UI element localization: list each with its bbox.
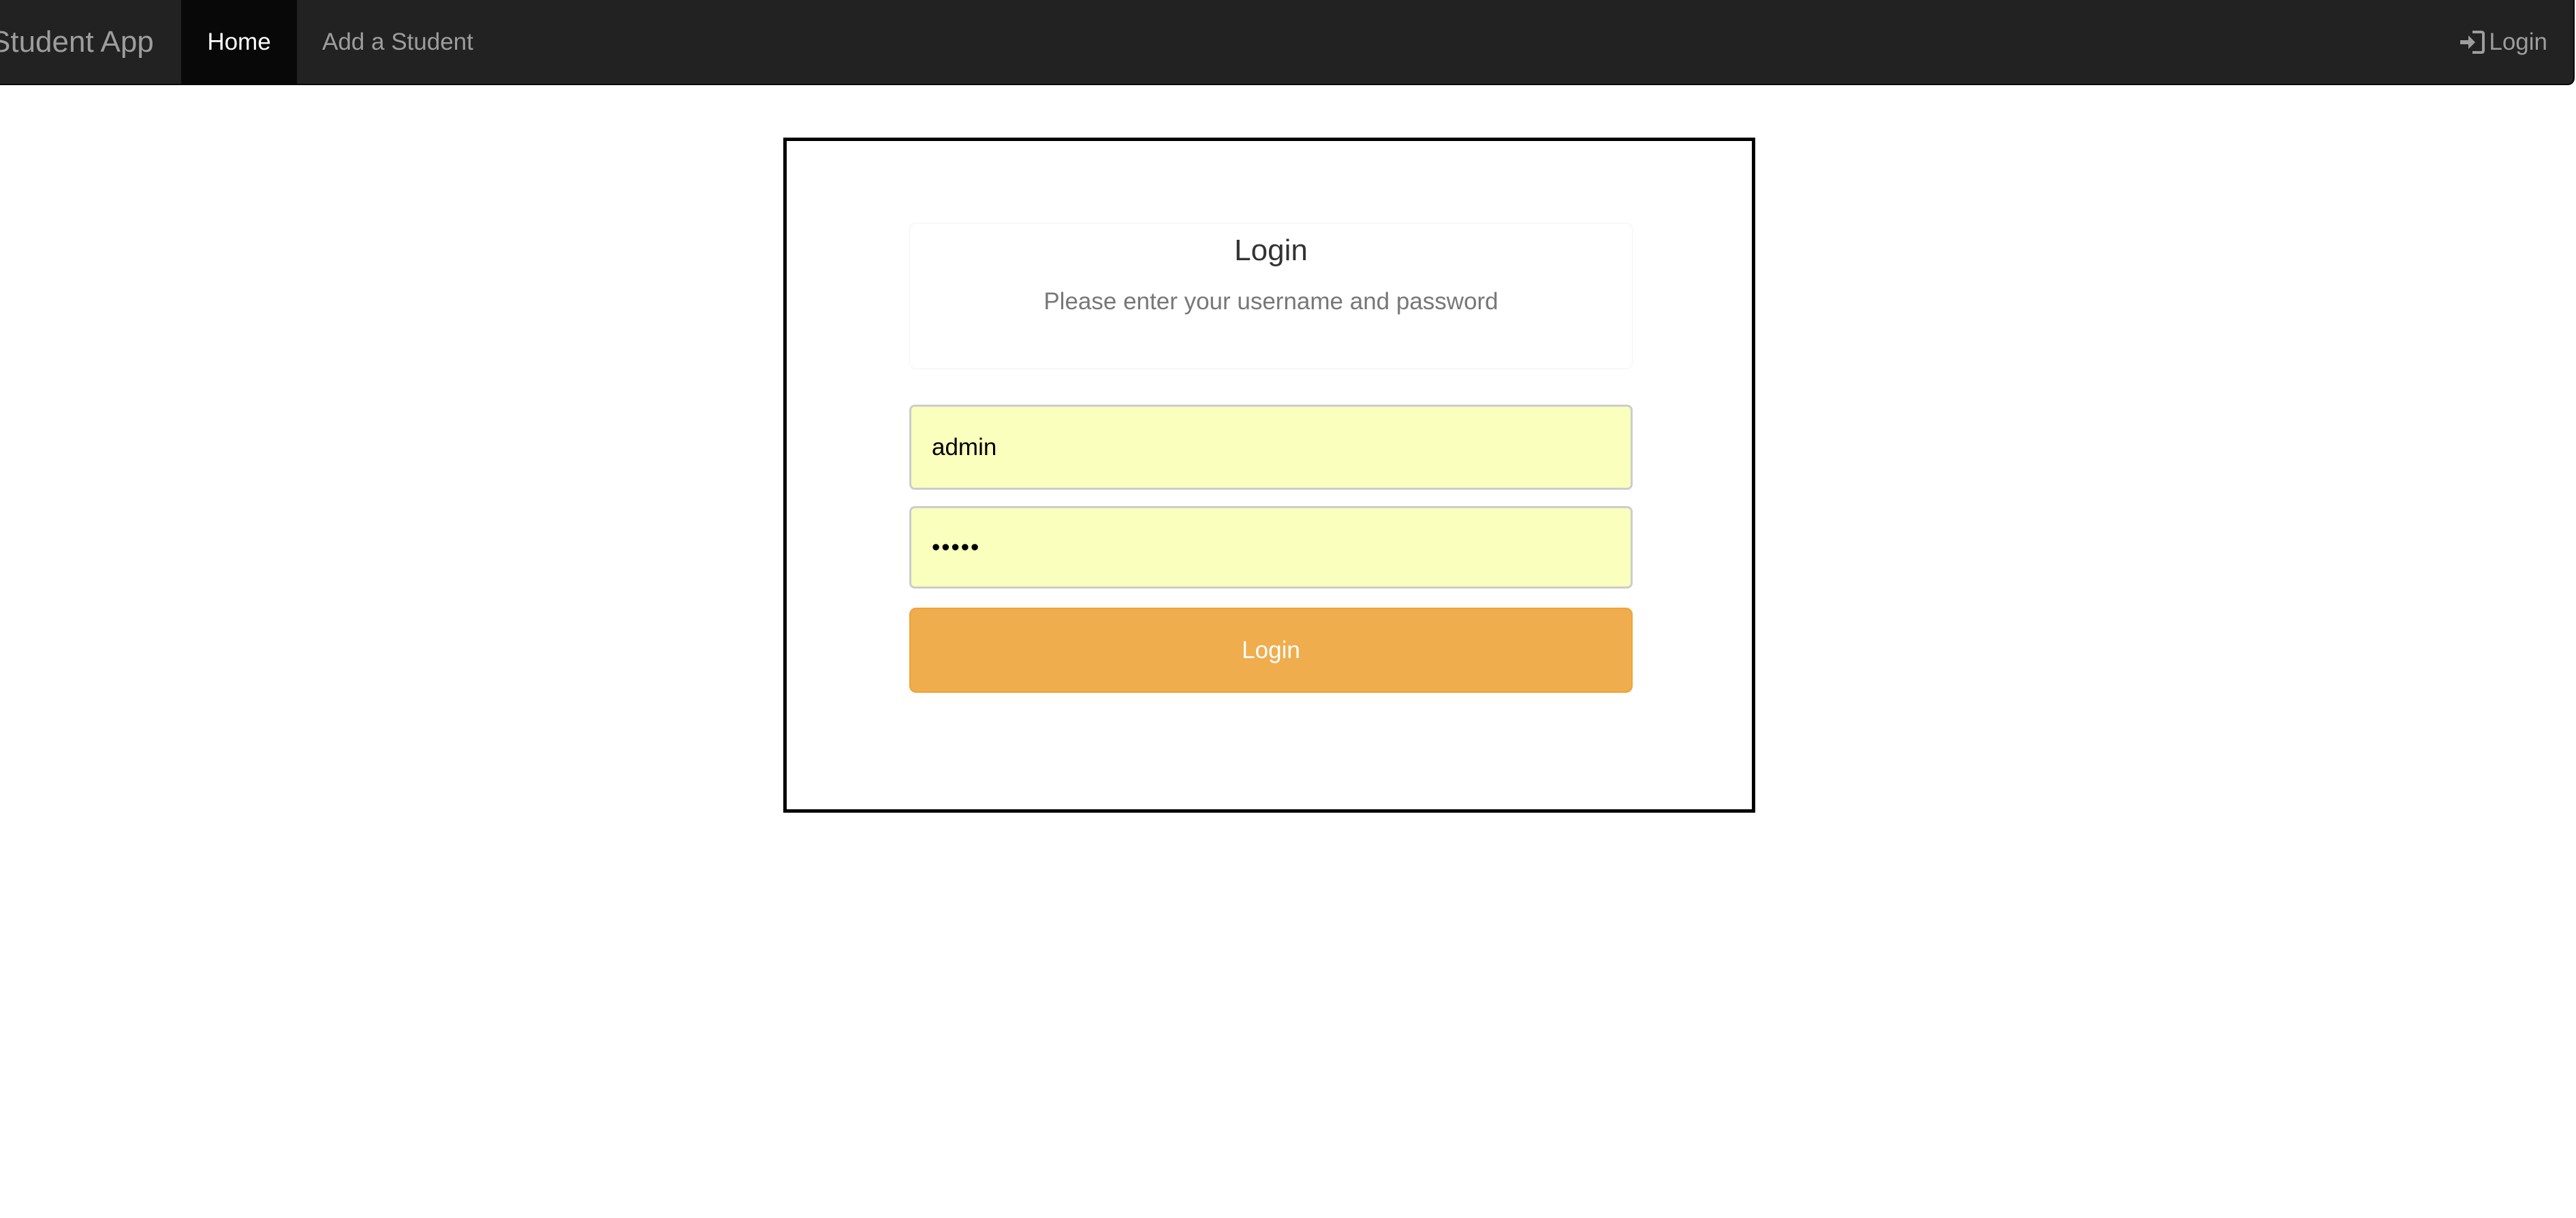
login-header: Login Please enter your username and pas…: [909, 223, 1633, 369]
nav-login-label: Login: [2489, 29, 2547, 55]
nav-item-add-student[interactable]: Add a Student: [322, 0, 473, 84]
top-navbar: Student App Home Add a Student Login: [0, 0, 2575, 85]
login-button[interactable]: Login: [909, 608, 1633, 693]
nav-login-link[interactable]: Login: [2459, 0, 2547, 84]
password-input[interactable]: •••••: [909, 506, 1633, 589]
login-subtitle: Please enter your username and password: [1043, 288, 1498, 315]
login-title: Login: [1234, 234, 1308, 267]
login-panel: Login Please enter your username and pas…: [783, 138, 1755, 813]
username-input[interactable]: admin: [909, 405, 1633, 490]
nav-item-home[interactable]: Home: [181, 0, 297, 84]
navbar-brand[interactable]: Student App: [0, 0, 154, 84]
sign-in-icon: [2459, 30, 2485, 54]
